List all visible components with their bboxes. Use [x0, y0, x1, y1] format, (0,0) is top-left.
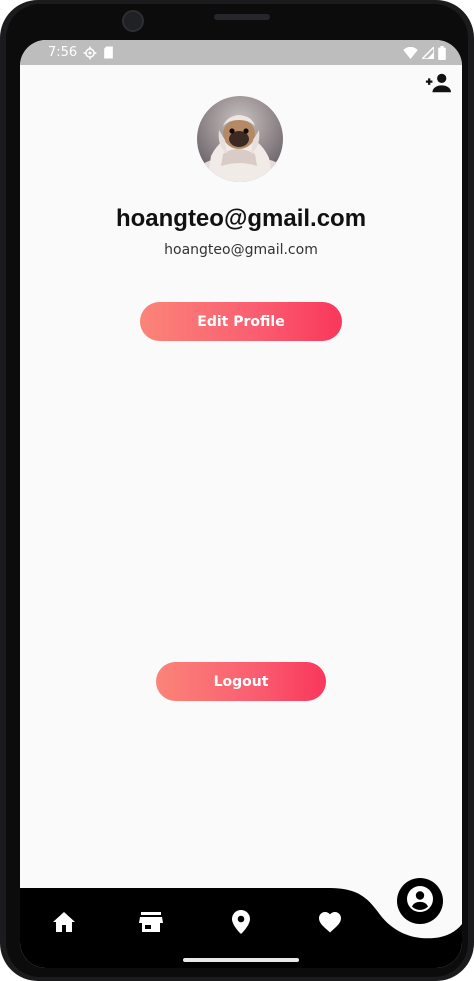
nav-store-tab[interactable] — [137, 910, 165, 938]
nav-account-tab[interactable] — [397, 878, 443, 924]
cellular-signal-icon — [422, 46, 434, 59]
favorite-icon — [318, 911, 342, 938]
account-icon — [406, 885, 434, 918]
nav-location-tab[interactable] — [227, 909, 255, 939]
wifi-icon — [403, 46, 418, 59]
status-time: 7:56 — [48, 45, 78, 60]
location-tracking-icon — [83, 46, 97, 60]
phone-frame: 7:56 hoangteo@gmail.com hoangteo@gmail.c… — [0, 0, 474, 981]
gesture-home-indicator[interactable] — [183, 958, 299, 962]
home-icon — [52, 911, 76, 938]
sd-card-icon — [103, 46, 114, 59]
app-screen: 7:56 hoangteo@gmail.com hoangteo@gmail.c… — [20, 40, 462, 968]
profile-email: hoangteo@gmail.com — [164, 242, 318, 258]
edit-profile-button[interactable]: Edit Profile — [140, 302, 342, 341]
nav-favorite-tab[interactable] — [316, 910, 344, 938]
profile-avatar[interactable] — [197, 96, 283, 182]
profile-display-name: hoangteo@gmail.com — [115, 205, 367, 232]
battery-icon — [438, 45, 446, 60]
add-friend-button[interactable] — [424, 73, 452, 97]
earpiece-speaker — [214, 14, 270, 20]
logout-button[interactable]: Logout — [156, 662, 326, 701]
pug-in-blanket-photo — [197, 96, 283, 182]
location-icon — [232, 909, 250, 939]
person-add-icon — [425, 72, 451, 99]
nav-home-tab[interactable] — [50, 910, 78, 938]
bottom-navigation — [20, 878, 462, 968]
front-camera — [122, 10, 144, 32]
status-bar: 7:56 — [20, 40, 462, 65]
store-icon — [139, 911, 163, 938]
